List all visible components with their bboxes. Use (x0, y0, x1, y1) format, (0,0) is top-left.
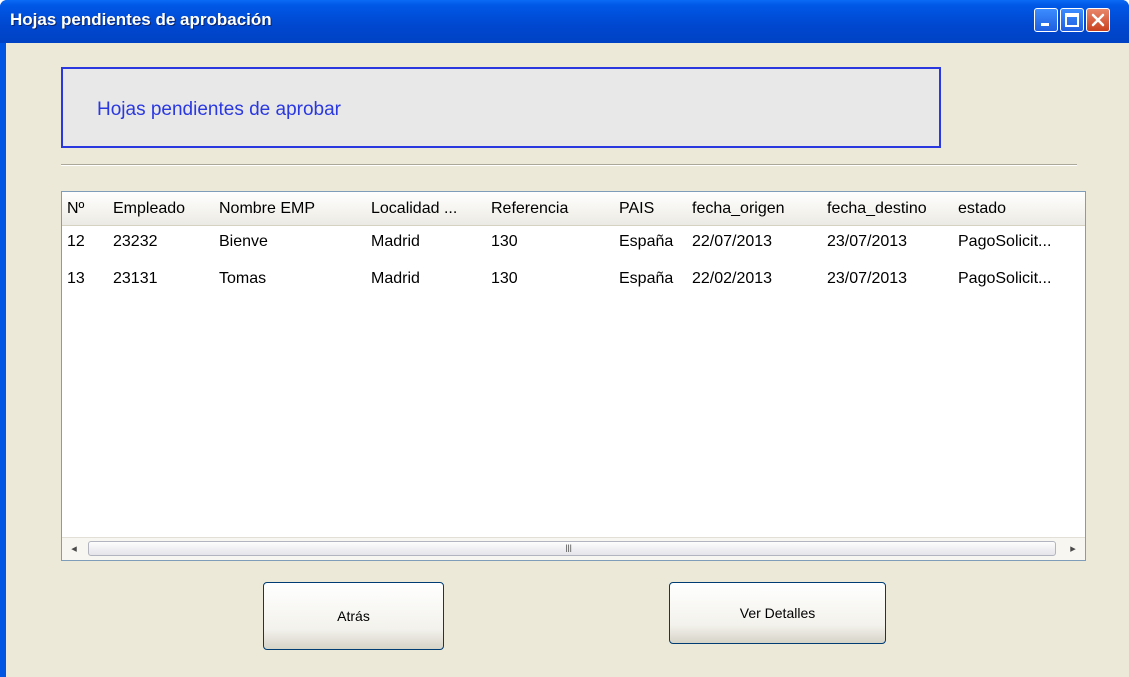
pending-sheets-table[interactable]: Nº Empleado Nombre EMP Localidad ... Ref… (61, 191, 1086, 561)
minimize-icon (1041, 23, 1049, 26)
cell-locality: Madrid (371, 233, 420, 250)
cell-reference: 130 (491, 270, 518, 287)
column-header-number[interactable]: Nº (67, 200, 97, 218)
scroll-right-icon[interactable]: ▸ (1065, 541, 1081, 557)
column-header-employee-name[interactable]: Nombre EMP (219, 200, 359, 218)
scroll-left-icon[interactable]: ◂ (66, 541, 82, 557)
app-window: Hojas pendientes de aprobación Hojas pen… (0, 0, 1129, 677)
cell-country: España (619, 270, 674, 287)
cell-employee-name: Bienve (219, 233, 268, 250)
cell-country: España (619, 233, 674, 250)
column-header-employee[interactable]: Empleado (113, 200, 208, 218)
minimize-button[interactable] (1034, 8, 1058, 32)
header-panel: Hojas pendientes de aprobar (61, 67, 941, 148)
close-icon (1091, 13, 1105, 27)
maximize-icon (1065, 13, 1079, 27)
header-title: Hojas pendientes de aprobar (97, 99, 342, 120)
view-details-button[interactable]: Ver Detalles (669, 582, 886, 644)
column-header-locality[interactable]: Localidad ... (371, 200, 483, 218)
window-title: Hojas pendientes de aprobación (10, 10, 272, 29)
horizontal-scrollbar[interactable]: ◂ III ▸ (62, 537, 1085, 560)
cell-employee: 23232 (113, 233, 158, 250)
scrollbar-grip: III (565, 543, 572, 555)
table-row[interactable]: 12 23232 Bienve Madrid 130 España 22/07/… (62, 227, 1085, 259)
cell-origin-date: 22/02/2013 (692, 270, 773, 287)
column-header-country[interactable]: PAIS (619, 200, 679, 218)
column-header-reference[interactable]: Referencia (491, 200, 609, 218)
column-header-destination-date[interactable]: fecha_destino (827, 200, 957, 218)
table-row[interactable]: 13 23131 Tomas Madrid 130 España 22/02/2… (62, 264, 1085, 296)
column-header-status[interactable]: estado (958, 200, 1078, 218)
title-bar[interactable]: Hojas pendientes de aprobación (0, 0, 1129, 43)
maximize-button[interactable] (1060, 8, 1084, 32)
cell-locality: Madrid (371, 270, 420, 287)
cell-number: 12 (67, 233, 85, 250)
cell-reference: 130 (491, 233, 518, 250)
table-header-row: Nº Empleado Nombre EMP Localidad ... Ref… (62, 192, 1085, 226)
cell-destination-date: 23/07/2013 (827, 270, 908, 287)
cell-employee: 23131 (113, 270, 158, 287)
separator-line (61, 164, 1077, 166)
cell-number: 13 (67, 270, 85, 287)
cell-destination-date: 23/07/2013 (827, 233, 908, 250)
cell-employee-name: Tomas (219, 270, 267, 287)
window-client-area: Hojas pendientes de aprobar Nº Empleado … (6, 43, 1129, 677)
cell-status: PagoSolicit... (958, 233, 1052, 250)
scrollbar-thumb[interactable]: III (88, 541, 1056, 556)
close-button[interactable] (1086, 8, 1110, 32)
cell-status: PagoSolicit... (958, 270, 1052, 287)
column-header-origin-date[interactable]: fecha_origen (692, 200, 817, 218)
back-button[interactable]: Atrás (263, 582, 444, 650)
cell-origin-date: 22/07/2013 (692, 233, 773, 250)
